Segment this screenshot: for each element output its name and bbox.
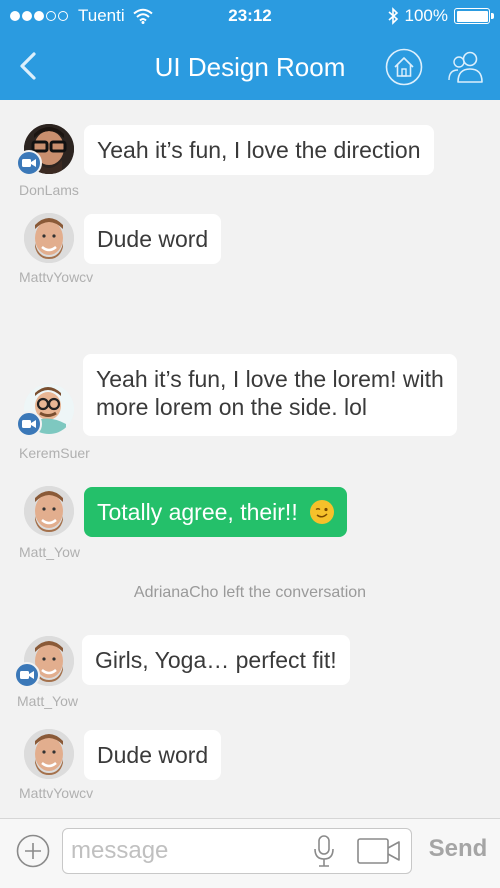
video-badge-icon (14, 662, 40, 688)
app-header: Tuenti 23:12 100% UI Design Room (0, 0, 500, 100)
add-circle-icon[interactable] (16, 834, 50, 868)
home-icon[interactable] (385, 48, 423, 86)
message-username: KeremSuer (19, 445, 90, 461)
avatar-image (24, 213, 74, 263)
bluetooth-icon (387, 7, 398, 25)
page-title: UI Design Room (154, 52, 346, 82)
message-username: Matt_Yow (19, 544, 80, 560)
message-bubble-highlighted[interactable]: Totally agree, their!! (84, 487, 348, 537)
message-bubble[interactable]: Yeah it’s fun, I love the lorem! with mo… (83, 354, 457, 436)
battery-icon (454, 8, 494, 24)
message-username: MattvYowcv (19, 269, 94, 285)
message-bubble[interactable]: Girls, Yoga… perfect fit! (82, 635, 350, 685)
status-right: 100% (387, 6, 494, 26)
people-icon[interactable] (446, 48, 486, 86)
avatar-image (24, 729, 74, 779)
winking-face-emoji (310, 500, 335, 524)
message-composer: Send (0, 818, 500, 888)
battery-percent: 100% (404, 6, 448, 25)
microphone-icon[interactable] (313, 834, 335, 868)
video-camera-icon[interactable] (357, 837, 401, 865)
message-username: Matt_Yow (17, 693, 78, 709)
message-username: MattvYowcv (19, 785, 94, 801)
chat-thread[interactable]: Yeah it’s fun, I love the direction DonL… (0, 100, 500, 818)
send-button[interactable]: Send (420, 835, 496, 867)
message-text-line: Yeah it’s fun, I love the lorem! with (96, 366, 444, 392)
video-badge-icon (16, 150, 42, 176)
message-text-line: more lorem on the side. lol (96, 394, 368, 420)
system-note: AdrianaCho left the conversation (133, 584, 367, 601)
avatar[interactable] (24, 213, 74, 263)
video-badge-icon (16, 411, 42, 437)
avatar[interactable] (24, 729, 74, 779)
message-text: Totally agree, their!! (97, 499, 298, 525)
message-bubble[interactable]: Yeah it’s fun, I love the direction (84, 125, 434, 175)
message-bubble[interactable]: Dude word (84, 730, 222, 780)
message-bubble[interactable]: Dude word (84, 214, 222, 264)
avatar[interactable] (24, 486, 74, 536)
status-bar: Tuenti 23:12 100% (0, 0, 500, 32)
avatar-image (24, 486, 74, 536)
message-username: DonLams (19, 182, 79, 198)
